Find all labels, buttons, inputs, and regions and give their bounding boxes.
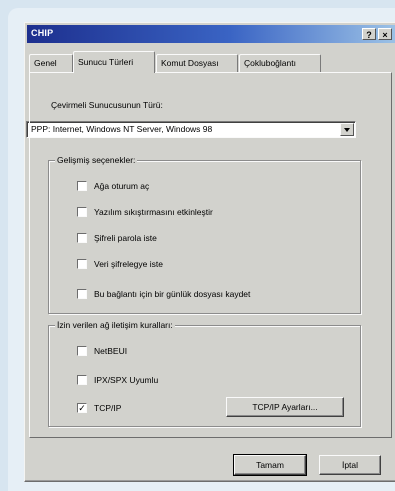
tab-multilink[interactable]: Çokluboğlantı (239, 54, 321, 72)
tab-general[interactable]: Genel (29, 54, 73, 72)
dialog-window: CHIP ? × Genel Sunucu Türleri Komut Dosy… (24, 22, 395, 482)
tab-strip: Genel Sunucu Türleri Komut Dosyası Çoklu… (29, 51, 395, 73)
ok-button[interactable]: Tamam (233, 454, 307, 476)
tab-server-types[interactable]: Sunucu Türleri (73, 51, 155, 73)
tab-script[interactable]: Komut Dosyası (156, 54, 238, 72)
title-bar: CHIP ? × (27, 25, 395, 43)
tab-panel (29, 72, 392, 438)
help-button[interactable]: ? (362, 28, 376, 40)
close-button[interactable]: × (378, 28, 392, 40)
window-title: CHIP (31, 28, 54, 38)
cancel-button[interactable]: İptal (319, 455, 381, 475)
